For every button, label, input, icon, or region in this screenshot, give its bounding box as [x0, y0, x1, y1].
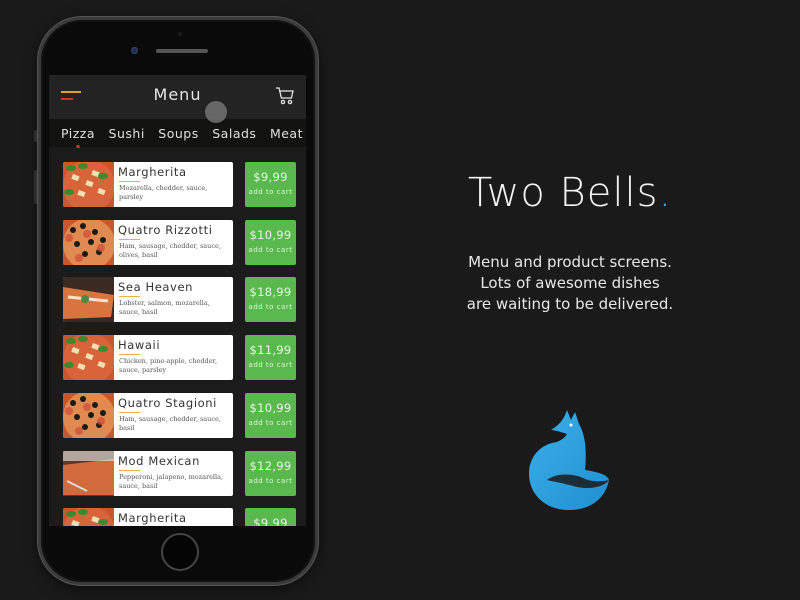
- menu-item: Quatro Stagioni Ham, sausage, chedder, sa…: [63, 392, 296, 438]
- category-tabs: Pizza Sushi Soups Salads Meat: [49, 119, 306, 147]
- name-underline: [119, 238, 140, 240]
- name-underline: [119, 296, 140, 298]
- tagline-line: are waiting to be delivered.: [466, 295, 674, 313]
- product-description: Mozarella, chedder, sauce, parsley: [119, 184, 208, 201]
- add-to-cart-label: add to cart: [248, 303, 293, 312]
- front-camera: [131, 47, 138, 54]
- name-underline: [119, 411, 140, 413]
- product-description: Pepperoni, jalapeno, mozarella, sauce, b…: [119, 472, 224, 490]
- add-to-cart-label: add to cart: [248, 361, 293, 370]
- tagline-line: Menu and product screens.: [468, 253, 672, 271]
- add-to-cart-label: add to cart: [248, 476, 293, 485]
- menu-item: Sea Heaven Lobster, salmon, mozarella, sa…: [63, 277, 296, 323]
- tab-soups[interactable]: Soups: [158, 126, 198, 141]
- volume-up-button: [34, 170, 37, 204]
- menu-item: Margherita $9,99add to cart: [63, 508, 296, 526]
- cart-icon[interactable]: [275, 86, 295, 106]
- menu-item: Quatro Rizzotti Ham, sausage, chedder, sa…: [63, 219, 296, 265]
- product-name: Hawaii: [118, 338, 161, 353]
- add-to-cart-label: add to cart: [248, 245, 293, 254]
- product-card[interactable]: Margherita Mozarella, chedder, sauce, par…: [63, 162, 233, 207]
- menu-item: Margherita Mozarella, chedder, sauce, par…: [63, 162, 296, 207]
- app-screen: Menu Pizza Sushi Soups Salads Meat Margherit…: [49, 75, 306, 526]
- tab-pizza[interactable]: Pizza: [61, 126, 95, 141]
- product-card[interactable]: Hawaii Chicken, pine-apple, chedder, sauc…: [63, 335, 233, 381]
- name-underline: [119, 181, 140, 182]
- product-thumbnail: [63, 392, 114, 438]
- brand-name: Two Bells: [467, 170, 659, 216]
- product-name: Quatro Stagioni: [118, 395, 217, 410]
- product-card[interactable]: Mod Mexican Pepperoni, jalapeno, mozarell…: [63, 450, 233, 496]
- proximity-sensor: [178, 32, 182, 36]
- fox-logo-icon: [529, 410, 609, 510]
- home-button[interactable]: [161, 533, 199, 571]
- brand-dot: .: [658, 170, 673, 216]
- menu-item: Hawaii Chicken, pine-apple, chedder, sauc…: [63, 335, 296, 381]
- top-bar: Menu: [49, 75, 306, 123]
- product-price: $12,99: [249, 458, 292, 473]
- add-to-cart-button[interactable]: $10,99 add to cart: [245, 392, 296, 438]
- product-price: $11,99: [249, 343, 292, 358]
- menu-item: Mod Mexican Pepperoni, jalapeno, mozarell…: [63, 450, 296, 496]
- product-card[interactable]: Quatro Stagioni Ham, sausage, chedder, sa…: [63, 392, 233, 438]
- product-name: Margherita: [118, 511, 187, 526]
- product-price: $9,99: [253, 516, 288, 526]
- product-card[interactable]: Margherita: [63, 508, 233, 526]
- product-thumbnail: [63, 450, 114, 496]
- product-name: Sea Heaven: [118, 280, 194, 295]
- tab-salads[interactable]: Salads: [212, 126, 256, 141]
- mute-switch: [34, 130, 37, 142]
- page-title: Menu: [153, 85, 202, 104]
- product-description: Ham, sausage, chedder, sauce, olives, ba…: [119, 241, 221, 259]
- earpiece-speaker: [156, 49, 208, 53]
- product-thumbnail: [63, 335, 114, 381]
- product-name: Mod Mexican: [118, 453, 200, 468]
- tab-sushi[interactable]: Sushi: [109, 126, 145, 141]
- product-name: Margherita: [118, 165, 187, 179]
- name-underline: [119, 469, 140, 471]
- tagline: Menu and product screens. Lots of awesom…: [440, 252, 700, 315]
- add-to-cart-label: add to cart: [248, 418, 293, 427]
- product-card[interactable]: Quatro Rizzotti Ham, sausage, chedder, sa…: [63, 219, 233, 265]
- product-description: Lobster, salmon, mozarella, sauce, basil: [119, 299, 210, 317]
- tagline-line: Lots of awesome dishes: [480, 274, 660, 292]
- product-price: $18,99: [249, 285, 292, 300]
- add-to-cart-label: add to cart: [248, 188, 293, 196]
- product-price: $10,99: [249, 227, 292, 242]
- add-to-cart-button[interactable]: $12,99 add to cart: [245, 450, 296, 496]
- product-thumbnail: [63, 162, 114, 207]
- brand-title: Two Bells.: [440, 170, 700, 216]
- add-to-cart-button[interactable]: $9,99add to cart: [245, 508, 296, 526]
- add-to-cart-button[interactable]: $10,99 add to cart: [245, 219, 296, 265]
- name-underline: [119, 354, 140, 356]
- product-thumbnail: [63, 219, 114, 265]
- add-to-cart-button[interactable]: $9,99 add to cart: [245, 162, 296, 207]
- touch-indicator: [205, 101, 227, 123]
- product-description: Chicken, pine-apple, chedder, sauce, par…: [119, 357, 218, 375]
- tab-meat[interactable]: Meat: [270, 126, 303, 141]
- product-price: $9,99: [253, 170, 288, 184]
- product-card[interactable]: Sea Heaven Lobster, salmon, mozarella, sa…: [63, 277, 233, 323]
- product-price: $10,99: [249, 400, 292, 415]
- product-name: Quatro Rizzotti: [118, 222, 213, 237]
- product-thumbnail: [63, 508, 114, 526]
- add-to-cart-button[interactable]: $11,99 add to cart: [245, 335, 296, 381]
- product-thumbnail: [63, 277, 114, 323]
- product-description: Ham, sausage, chedder, sauce, basil: [119, 414, 221, 432]
- add-to-cart-button[interactable]: $18,99 add to cart: [245, 277, 296, 323]
